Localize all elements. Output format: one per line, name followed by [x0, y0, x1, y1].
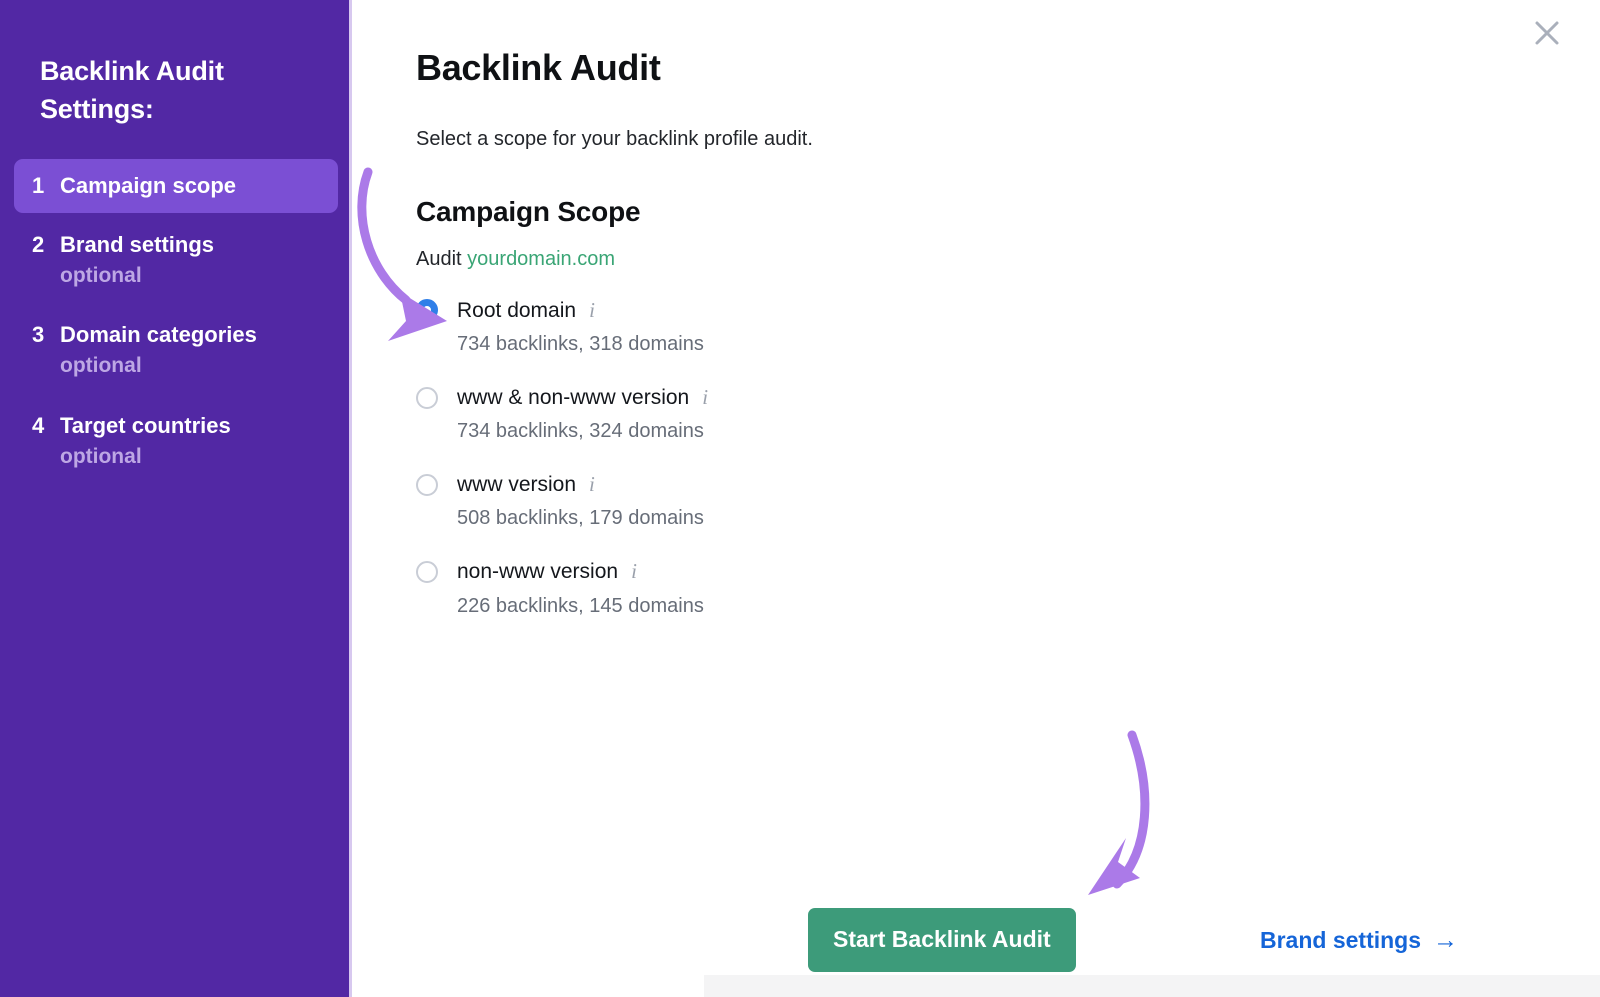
page-title: Backlink Audit: [416, 47, 661, 88]
non-www-version-radio[interactable]: [416, 560, 438, 583]
page-subtitle: Select a scope for your backlink profile…: [416, 127, 813, 150]
option-label: non-www version: [457, 560, 619, 584]
option-label: www & non-www version: [457, 385, 690, 409]
option-stats: 734 backlinks, 318 domains: [457, 332, 704, 355]
footer-strip: [704, 975, 1600, 997]
option-stats: 508 backlinks, 179 domains: [457, 507, 704, 530]
step-label: Campaign scope: [60, 172, 237, 198]
step-number: 3: [32, 322, 45, 348]
backlink-audit-settings-modal: Backlink Audit Settings: 1 Campaign scop…: [0, 0, 1600, 997]
sidebar-item-brand-settings[interactable]: 2 Brand settings optional: [14, 218, 338, 304]
settings-sidebar: Backlink Audit Settings: 1 Campaign scop…: [0, 0, 352, 997]
www-and-non-www-radio[interactable]: [416, 386, 438, 409]
option-non-www-version: non-www version i 226 backlinks, 145 dom…: [416, 559, 1600, 618]
audit-prefix-label: Audit: [416, 247, 462, 270]
option-www-and-non-www-version: www & non-www version i 734 backlinks, 3…: [416, 385, 1600, 444]
audit-domain-line: Audit yourdomain.com: [416, 246, 1600, 272]
www-and-non-www-option-row[interactable]: www & non-www version i: [416, 385, 1600, 410]
sidebar-item-campaign-scope[interactable]: 1 Campaign scope: [14, 158, 338, 213]
info-icon[interactable]: i: [589, 299, 595, 321]
www-version-radio[interactable]: [416, 473, 438, 496]
arrow-right-icon: →: [1433, 925, 1459, 954]
step-number: 2: [32, 231, 45, 257]
step-label: Brand settings: [60, 231, 215, 257]
step-optional-label: optional: [60, 444, 142, 468]
non-www-version-option-row[interactable]: non-www version i: [416, 559, 1600, 584]
section-title-campaign-scope: Campaign Scope: [416, 195, 641, 227]
main-panel: Backlink Audit Select a scope for your b…: [352, 0, 1600, 997]
info-icon[interactable]: i: [589, 474, 595, 495]
brand-settings-link-label: Brand settings: [1260, 926, 1422, 953]
sidebar-item-domain-categories[interactable]: 3 Domain categories optional: [14, 308, 338, 394]
step-label: Domain categories: [60, 322, 257, 348]
step-number: 4: [32, 412, 45, 438]
step-optional-label: optional: [60, 354, 142, 378]
root-domain-radio[interactable]: [416, 299, 438, 322]
www-version-option-row[interactable]: www version i: [416, 472, 1600, 497]
close-icon[interactable]: [1526, 12, 1568, 54]
step-optional-label: optional: [60, 263, 142, 287]
sidebar-steps-list: 1 Campaign scope 2 Brand settings option…: [14, 158, 338, 485]
step-number: 1: [32, 172, 45, 198]
start-backlink-audit-button[interactable]: Start Backlink Audit: [808, 908, 1076, 972]
info-icon[interactable]: i: [631, 561, 637, 582]
option-stats: 734 backlinks, 324 domains: [457, 420, 704, 443]
option-www-version: www version i 508 backlinks, 179 domains: [416, 472, 1600, 531]
option-root-domain: Root domain i 734 backlinks, 318 domains: [416, 298, 1600, 357]
step-label: Target countries: [60, 412, 231, 438]
option-stats: 226 backlinks, 145 domains: [457, 594, 704, 617]
audit-domain-value: yourdomain.com: [467, 247, 615, 270]
sidebar-item-target-countries[interactable]: 4 Target countries optional: [14, 399, 338, 485]
campaign-scope-radio-group: Root domain i 734 backlinks, 318 domains…: [416, 298, 1600, 619]
option-label: www version: [457, 473, 577, 497]
sidebar-title: Backlink Audit Settings:: [40, 56, 224, 125]
option-label: Root domain: [457, 298, 577, 322]
modal-footer: Start Backlink Audit Brand settings →: [352, 905, 1600, 975]
info-icon[interactable]: i: [702, 387, 708, 408]
root-domain-option-row[interactable]: Root domain i: [416, 298, 1600, 323]
brand-settings-link[interactable]: Brand settings →: [1260, 927, 1458, 954]
